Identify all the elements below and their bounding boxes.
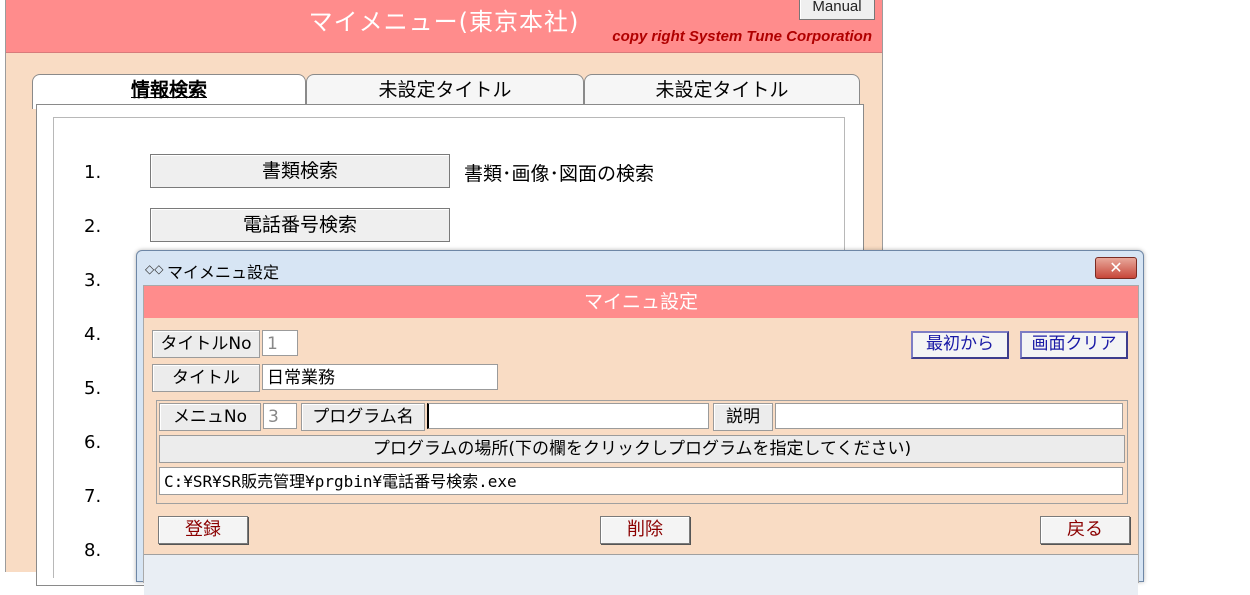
tab-untitled-1[interactable]: 未設定タイトル — [306, 74, 584, 105]
tab-label: 情報検索 — [130, 79, 207, 101]
dialog-header: マイニュ設定 — [144, 286, 1138, 318]
program-path-field[interactable]: C:¥SR¥SR販売管理¥prgbin¥電話番号検索.exe — [159, 467, 1123, 495]
main-header: マイメニュー(東京本社) copy right System Tune Corp… — [6, 0, 882, 53]
program-name-label: プログラム名 — [301, 403, 425, 431]
menu-section: メニュNo 3 プログラム名 説明 プログラムの場所(下の欄をクリックしプログラ… — [156, 400, 1128, 504]
my-menu-settings-dialog: ◇◇ マイメニュ設定 ✕ マイニュ設定 タイトルNo 1 最初から 画面クリア … — [136, 250, 1144, 595]
menu-no-field[interactable]: 3 — [263, 403, 297, 429]
clear-screen-button[interactable]: 画面クリア — [1020, 331, 1128, 359]
back-button[interactable]: 戻る — [1040, 516, 1130, 544]
phone-search-button[interactable]: 電話番号検索 — [150, 208, 450, 242]
dialog-titlebar[interactable]: ◇◇ マイメニュ設定 ✕ — [137, 251, 1143, 285]
title-field[interactable]: 日常業務 — [262, 364, 498, 390]
delete-button[interactable]: 削除 — [600, 516, 690, 544]
title-label: タイトル — [152, 364, 260, 392]
menu-number: 4. — [84, 324, 102, 345]
description-field[interactable] — [775, 403, 1123, 429]
description-label: 説明 — [713, 403, 773, 431]
title-no-label: タイトルNo — [152, 330, 260, 358]
menu-no-label: メニュNo — [159, 403, 261, 431]
first-button[interactable]: 最初から — [911, 331, 1009, 359]
title-no-field[interactable]: 1 — [262, 330, 298, 356]
menu-number: 8. — [84, 540, 102, 561]
menu-number: 5. — [84, 378, 102, 399]
app-icon: ◇◇ — [145, 262, 164, 276]
document-search-button[interactable]: 書類検索 — [150, 154, 450, 188]
close-icon: ✕ — [1109, 258, 1123, 277]
dialog-body: マイニュ設定 タイトルNo 1 最初から 画面クリア タイトル 日常業務 メニュ… — [143, 285, 1139, 595]
program-name-field[interactable] — [427, 403, 709, 429]
copyright-text: copy right System Tune Corporation — [612, 28, 872, 45]
tab-untitled-2[interactable]: 未設定タイトル — [584, 74, 860, 105]
menu-number: 1. — [84, 162, 102, 183]
program-location-header: プログラムの場所(下の欄をクリックしプログラムを指定してください) — [159, 435, 1125, 463]
menu-number: 2. — [84, 216, 102, 237]
tab-label: 未設定タイトル — [655, 79, 789, 101]
dialog-title: マイメニュ設定 — [167, 263, 280, 282]
menu-number: 6. — [84, 432, 102, 453]
tab-label: 未設定タイトル — [378, 79, 512, 101]
register-button[interactable]: 登録 — [158, 516, 248, 544]
close-button[interactable]: ✕ — [1095, 257, 1137, 279]
menu-description: 書類･画像･図面の検索 — [464, 163, 655, 185]
menu-number: 7. — [84, 486, 102, 507]
menu-number: 3. — [84, 270, 102, 291]
bottom-panel — [144, 554, 1138, 595]
manual-button[interactable]: Manual — [799, 0, 875, 20]
